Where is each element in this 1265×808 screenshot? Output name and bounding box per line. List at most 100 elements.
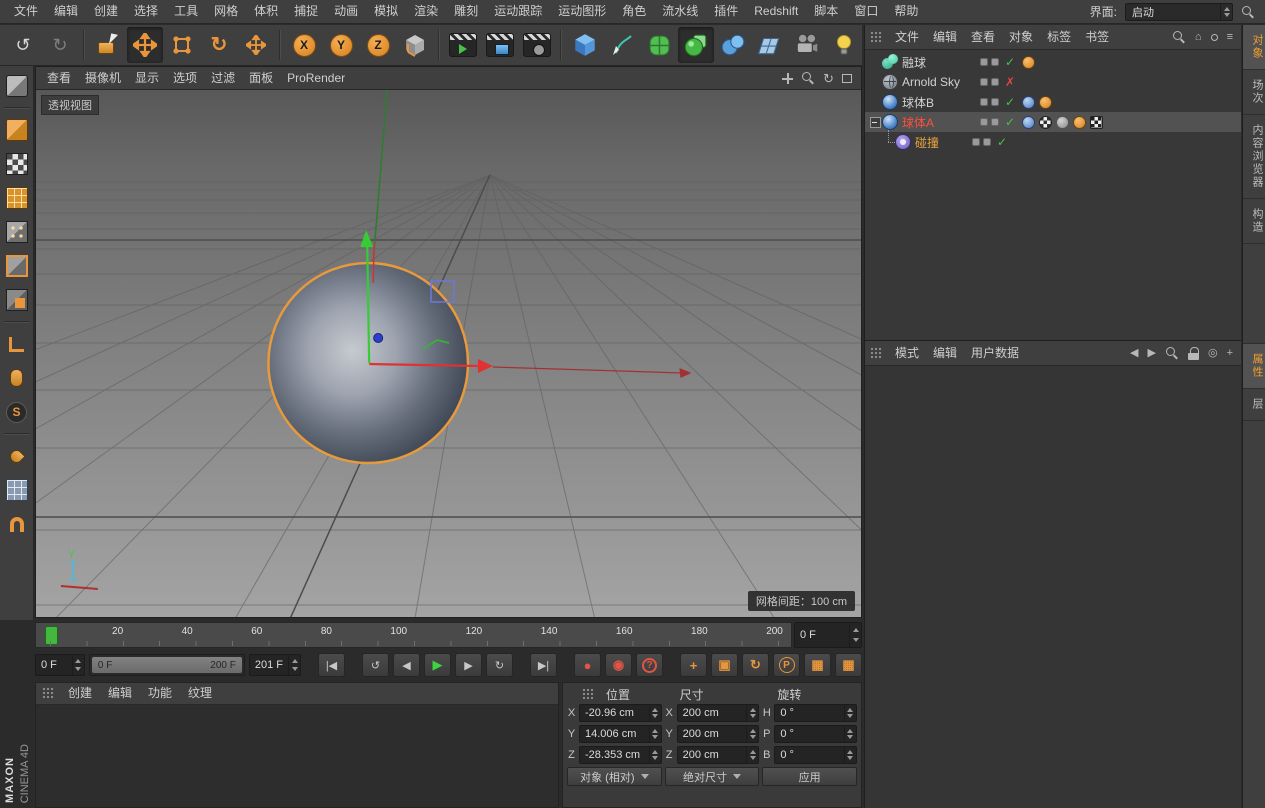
object-name[interactable]: 碰撞	[915, 134, 972, 151]
render-visibility-toggle[interactable]	[991, 118, 999, 126]
enabled-check-icon[interactable]: ✓	[994, 135, 1010, 149]
menu-icon[interactable]: ≡	[1227, 31, 1233, 43]
lock-z-axis-button[interactable]: Z	[360, 27, 396, 63]
undo-button[interactable]: ↺	[5, 27, 41, 63]
workplane-mode-button[interactable]	[2, 183, 32, 213]
render-settings-button[interactable]	[519, 27, 555, 63]
editor-visibility-toggle[interactable]	[980, 98, 988, 106]
rotate-view-icon[interactable]: ↻	[823, 72, 834, 85]
menu-item[interactable]: 工具	[166, 0, 206, 23]
spinner-arrows[interactable]	[648, 705, 661, 721]
magnet-snap-button[interactable]	[2, 509, 32, 539]
rotate-tool-button[interactable]: ↻	[201, 27, 237, 63]
lock-x-axis-button[interactable]: X	[286, 27, 322, 63]
home-icon[interactable]: ⌂	[1195, 31, 1202, 43]
menu-item[interactable]: 编辑	[46, 0, 86, 23]
axis-mode-button[interactable]	[2, 329, 32, 359]
render-visibility-toggle[interactable]	[983, 138, 991, 146]
tab-structure[interactable]: 构造	[1243, 199, 1265, 244]
deformers-button[interactable]	[715, 27, 751, 63]
editor-visibility-toggle[interactable]	[980, 78, 988, 86]
timeline-frame-field[interactable]: 0 F	[794, 622, 862, 648]
key-parameter-toggle[interactable]: P	[773, 653, 800, 677]
polygons-mode-button[interactable]	[2, 285, 32, 315]
position-mode-select[interactable]: 对象 (相对)	[567, 767, 662, 786]
tab-objects[interactable]: 对象	[1243, 25, 1265, 70]
object-row-sphere-a[interactable]: 球体A ✓	[865, 112, 1241, 132]
spinner-arrows[interactable]	[71, 655, 84, 675]
panel-grip-icon[interactable]	[870, 346, 883, 360]
timeline-ruler[interactable]: 020406080100120140160180200	[35, 622, 792, 648]
render-view-button[interactable]	[445, 27, 481, 63]
last-tool-button[interactable]	[238, 27, 274, 63]
add-cube-button[interactable]	[567, 27, 603, 63]
size-y-field[interactable]: 200 cm	[676, 725, 760, 743]
menu-item[interactable]: 角色	[614, 0, 654, 23]
attribute-menu-item[interactable]: 模式	[888, 341, 926, 365]
material-tag-icon[interactable]	[1039, 95, 1052, 109]
menu-item[interactable]: 脚本	[806, 0, 846, 23]
key-position-toggle[interactable]: +	[680, 653, 707, 677]
frame-forward-button[interactable]: ▶	[455, 653, 482, 677]
model-mode-button[interactable]	[2, 115, 32, 145]
goto-start-button[interactable]: |◀	[318, 653, 345, 677]
render-visibility-toggle[interactable]	[991, 78, 999, 86]
menu-item[interactable]: 运动图形	[550, 0, 614, 23]
object-name[interactable]: 球体A	[902, 114, 980, 131]
menu-item[interactable]: 选择	[126, 0, 166, 23]
rot-b-field[interactable]: 0 °	[774, 746, 857, 764]
volumes-button[interactable]	[752, 27, 788, 63]
menu-item[interactable]: 创建	[86, 0, 126, 23]
spinner-arrows[interactable]	[648, 726, 661, 742]
size-z-field[interactable]: 200 cm	[676, 746, 760, 764]
camera-button[interactable]	[789, 27, 825, 63]
render-visibility-toggle[interactable]	[991, 98, 999, 106]
menu-item[interactable]: 网格	[206, 0, 246, 23]
attribute-manager-body[interactable]	[865, 366, 1241, 808]
menu-item[interactable]: 文件	[6, 0, 46, 23]
object-row-sphere-b[interactable]: 球体B ✓	[865, 92, 1241, 112]
playhead-marker[interactable]	[45, 626, 58, 645]
uvw-tag-icon[interactable]	[1090, 115, 1103, 129]
history-back-icon[interactable]: ◀	[1130, 347, 1138, 359]
lock-y-axis-button[interactable]: Y	[323, 27, 359, 63]
spinner-arrows[interactable]	[843, 705, 856, 721]
focus-target-icon[interactable]: ◎	[1208, 347, 1218, 359]
spinner-arrows[interactable]	[746, 705, 758, 721]
redo-button[interactable]: ↻	[42, 27, 78, 63]
menu-item[interactable]: 动画	[326, 0, 366, 23]
material-menu-item[interactable]: 功能	[140, 683, 180, 704]
spinner-arrows[interactable]	[746, 747, 758, 763]
object-row-collision[interactable]: 碰撞 ✓	[865, 130, 1241, 152]
object-manager-menu-item[interactable]: 对象	[1002, 25, 1040, 49]
menu-item[interactable]: 窗口	[846, 0, 886, 23]
viewport-menu-item[interactable]: 显示	[128, 67, 166, 89]
key-scale-toggle[interactable]: ▣	[711, 653, 738, 677]
menu-item[interactable]: 体积	[246, 0, 286, 23]
lock-workplane-button[interactable]	[2, 475, 32, 505]
pos-x-field[interactable]: -20.96 cm	[579, 704, 662, 722]
object-name[interactable]: 球体B	[902, 94, 980, 111]
frame-back-button[interactable]: ◀	[393, 653, 420, 677]
draw-spline-button[interactable]	[604, 27, 640, 63]
object-manager-menu-item[interactable]: 编辑	[926, 25, 964, 49]
points-mode-button[interactable]	[2, 217, 32, 247]
rot-h-field[interactable]: 0 °	[774, 704, 857, 722]
pos-y-field[interactable]: 14.006 cm	[579, 725, 662, 743]
apply-button[interactable]: 应用	[762, 767, 857, 786]
viewport-menu-item[interactable]: 摄像机	[78, 67, 128, 89]
current-frame-field[interactable]: 0 F	[35, 654, 85, 676]
material-menu-item[interactable]: 编辑	[100, 683, 140, 704]
minimize-icon[interactable]	[1210, 33, 1218, 41]
phong-tag-icon[interactable]	[1022, 115, 1035, 129]
object-manager-menu-item[interactable]: 查看	[964, 25, 1002, 49]
tab-takes[interactable]: 场次	[1243, 70, 1265, 115]
material-tag-icon[interactable]	[1073, 115, 1086, 129]
menu-item[interactable]: 模拟	[366, 0, 406, 23]
interface-select[interactable]: 启动	[1125, 2, 1233, 21]
goto-end-button[interactable]: ▶|	[530, 653, 557, 677]
texture-mode-button[interactable]	[2, 149, 32, 179]
panel-grip-icon[interactable]	[870, 30, 883, 44]
spinner-arrows[interactable]	[843, 747, 856, 763]
keying-selection-toggle[interactable]: ▦	[804, 653, 831, 677]
